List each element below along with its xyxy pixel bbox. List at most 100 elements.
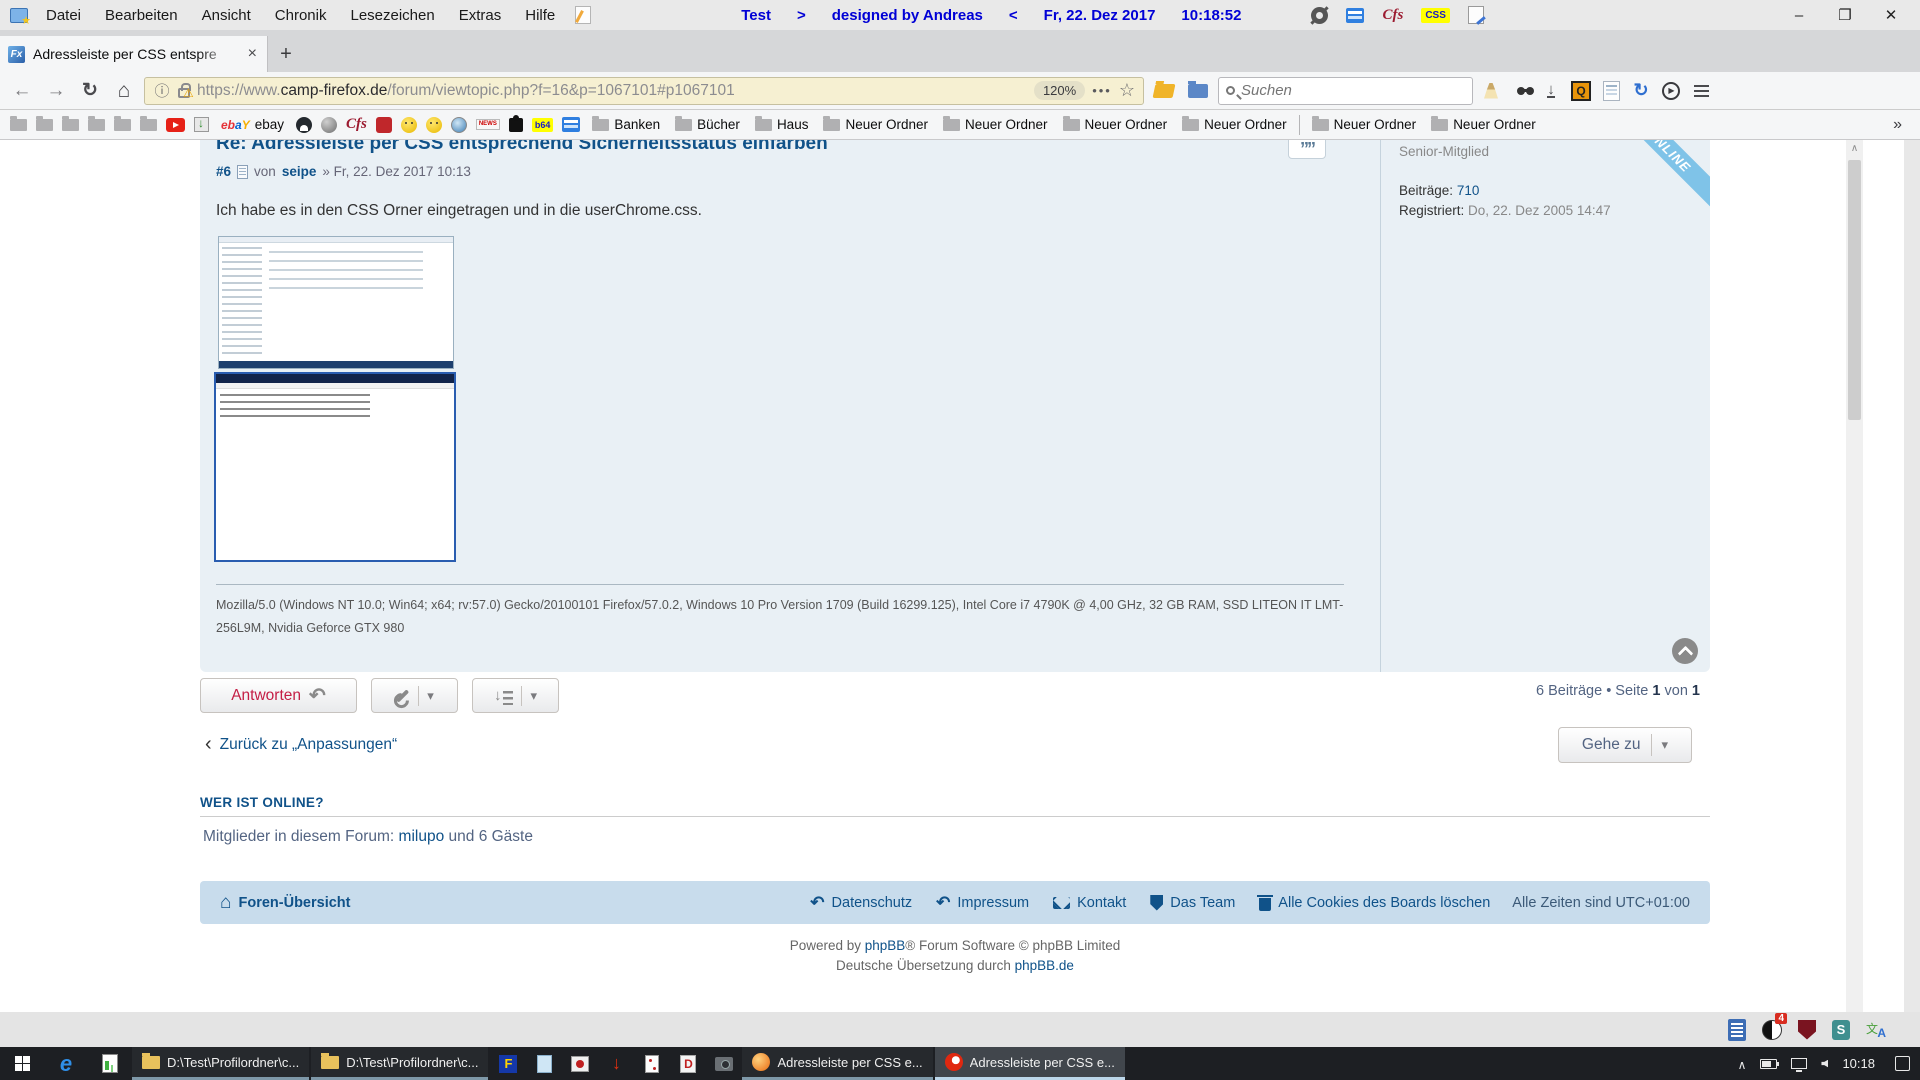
battery-icon[interactable] (1760, 1059, 1777, 1069)
phpbbde-link[interactable]: phpBB.de (1015, 958, 1074, 973)
bookmark-folder-icon[interactable] (114, 119, 131, 131)
member-milupo-link[interactable]: milupo (399, 828, 445, 845)
restore-button[interactable]: ❐ (1822, 0, 1868, 30)
notification-circle-icon[interactable]: 4 (1762, 1020, 1782, 1040)
menu-ansicht[interactable]: Ansicht (192, 3, 261, 28)
author-link[interactable]: seipe (282, 164, 317, 179)
back-to-forum[interactable]: Zurück zu „Anpassungen“ (205, 733, 397, 756)
start-button[interactable] (0, 1047, 44, 1080)
tab-close-icon[interactable]: × (246, 45, 259, 63)
bookmark-folder-neuer-ordner[interactable]: Neuer Ordner (1309, 115, 1420, 134)
translate-icon[interactable] (1866, 1020, 1886, 1040)
github-icon[interactable] (296, 117, 312, 133)
page-scrollbar[interactable] (1846, 140, 1863, 1012)
menu-hilfe[interactable]: Hilfe (515, 3, 565, 28)
private-mask-icon[interactable] (1509, 79, 1533, 103)
bookmark-folder-icon[interactable] (140, 119, 157, 131)
impressum-link[interactable]: Impressum (936, 893, 1029, 913)
goto-dropdown-button[interactable]: Gehe zu (1558, 727, 1692, 763)
delete-cookies-link[interactable]: Alle Cookies des Boards löschen (1259, 895, 1490, 911)
bookmark-folder-banken[interactable]: Banken (589, 115, 663, 134)
snipping-tool-icon[interactable] (706, 1047, 742, 1080)
gear-icon[interactable] (1311, 7, 1328, 24)
bookmark-folder-neuer-ordner[interactable]: Neuer Ordner (940, 115, 1051, 134)
posts-count-link[interactable]: 710 (1457, 183, 1480, 198)
topic-tools-button[interactable] (371, 678, 458, 713)
bookmark-folder-icon[interactable] (62, 119, 79, 131)
kontakt-link[interactable]: Kontakt (1053, 895, 1126, 911)
quick-dir-icon[interactable] (1569, 79, 1593, 103)
forward-button[interactable] (42, 77, 70, 105)
minimize-button[interactable]: – (1776, 0, 1822, 30)
scrollbar-up-arrow[interactable] (1846, 140, 1863, 157)
cleaner-icon[interactable] (1479, 79, 1503, 103)
taskbar-folder-window-1[interactable]: D:\Test\Profilordner\c... (132, 1047, 309, 1080)
freecommander-icon[interactable]: F (490, 1047, 526, 1080)
das-team-link[interactable]: Das Team (1150, 895, 1235, 911)
bookmark-folder-neuer-ordner[interactable]: Neuer Ordner (1179, 115, 1290, 134)
tray-chevron-icon[interactable] (1738, 1056, 1747, 1072)
bookmark-folder-buecher[interactable]: Bücher (672, 115, 743, 134)
forum-overview-link[interactable]: Foren-Übersicht (220, 892, 350, 914)
blue-folder-icon[interactable] (1188, 84, 1208, 98)
play-circle-icon[interactable] (1659, 79, 1683, 103)
camp-firefox-bookmark-icon[interactable]: Cfs (346, 116, 367, 133)
scrollbar-thumb[interactable] (1848, 160, 1861, 420)
image-viewer-icon[interactable] (562, 1047, 598, 1080)
open-folder-icon[interactable] (1153, 84, 1176, 98)
ublock-shield-icon[interactable] (1798, 1020, 1816, 1040)
card-app-icon[interactable] (634, 1047, 670, 1080)
bookmark-folder-icon[interactable] (10, 119, 27, 131)
url-bar[interactable]: https://www.camp-firefox.de/forum/viewto… (144, 77, 1144, 105)
mixed-content-lock-icon[interactable] (178, 88, 190, 98)
zoom-level-indicator[interactable]: 120% (1034, 81, 1085, 100)
window-panel-icon[interactable] (1346, 8, 1364, 23)
s-app-icon[interactable]: S (1832, 1020, 1850, 1040)
reader-page-icon[interactable] (1599, 79, 1623, 103)
tab-adressleiste[interactable]: Fx Adressleiste per CSS entspre × (0, 36, 268, 72)
menu-bearbeiten[interactable]: Bearbeiten (95, 3, 188, 28)
speaker-icon[interactable] (1821, 1060, 1828, 1068)
post-image-notepad[interactable] (214, 372, 456, 562)
notes-icon[interactable] (575, 6, 591, 24)
camp-firefox-icon[interactable]: Cfs (1382, 7, 1403, 24)
taskbar-firefox-window-1[interactable]: Adressleiste per CSS e... (742, 1047, 932, 1080)
d-app-icon[interactable]: D (670, 1047, 706, 1080)
phpbb-link[interactable]: phpBB (865, 938, 906, 953)
smiley-icon[interactable] (426, 117, 442, 133)
red-arrow-app-icon[interactable] (598, 1047, 634, 1080)
b64-icon[interactable]: b64 (532, 118, 554, 132)
back-button[interactable] (8, 77, 36, 105)
globe-icon[interactable] (451, 117, 467, 133)
bookmark-star-icon[interactable] (1119, 80, 1135, 101)
action-center-icon[interactable] (1895, 1056, 1910, 1071)
menu-extras[interactable]: Extras (449, 3, 512, 28)
page-actions-icon[interactable] (1092, 83, 1112, 98)
menu-lesezeichen[interactable]: Lesezeichen (340, 3, 444, 28)
taskbar-folder-window-2[interactable]: D:\Test\Profilordner\c... (311, 1047, 488, 1080)
scroll-to-top-button[interactable] (1672, 638, 1698, 664)
download-bookmark-icon[interactable] (194, 117, 209, 132)
news-icon[interactable]: NEWS (476, 119, 500, 130)
datenschutz-link[interactable]: Datenschutz (810, 893, 912, 913)
bookmark-folder-icon[interactable] (88, 119, 105, 131)
url-text[interactable]: https://www.camp-firefox.de/forum/viewto… (197, 82, 1027, 100)
menu-chronik[interactable]: Chronik (265, 3, 337, 28)
search-bar[interactable] (1218, 77, 1473, 105)
taskbar-clock[interactable]: 10:18 (1842, 1056, 1875, 1071)
hamburger-menu-icon[interactable] (1689, 79, 1713, 103)
sphere-icon[interactable] (321, 117, 337, 133)
downloads-icon[interactable] (1539, 79, 1563, 103)
notepad-app-icon[interactable] (526, 1047, 562, 1080)
reload-button[interactable] (76, 77, 104, 105)
css-badge-icon[interactable]: CSS (1421, 8, 1450, 23)
bookmark-ebay[interactable]: ebaYebay (218, 115, 287, 134)
sort-options-button[interactable] (472, 678, 559, 713)
edge-icon[interactable]: e (44, 1047, 88, 1080)
reader-doc-icon[interactable] (1728, 1019, 1746, 1041)
puzzle-addon-icon[interactable] (509, 118, 523, 132)
smiley-icon[interactable] (401, 117, 417, 133)
youtube-icon[interactable] (166, 118, 185, 132)
sync-icon[interactable] (1629, 79, 1653, 103)
search-input[interactable] (1241, 82, 1465, 99)
